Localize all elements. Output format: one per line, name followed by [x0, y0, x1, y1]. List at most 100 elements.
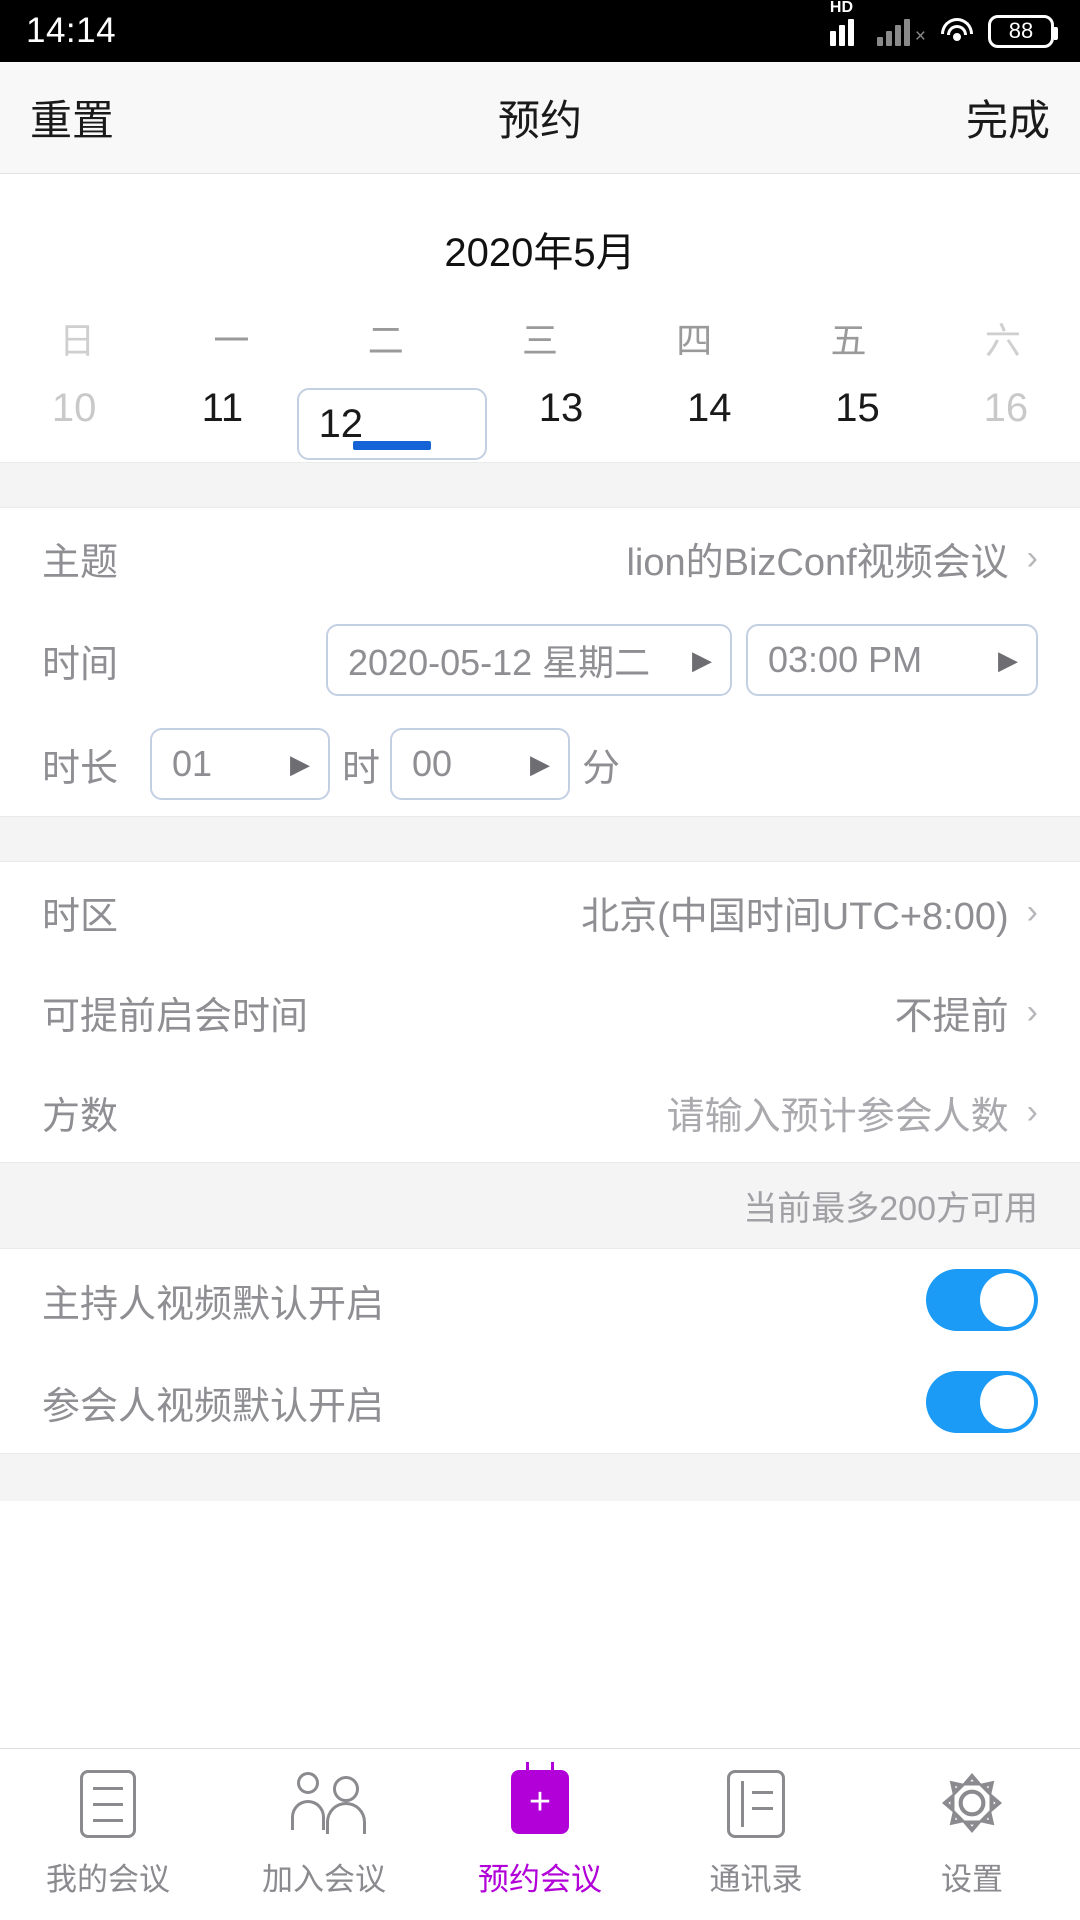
- party-count-placeholder: 请输入预计参会人数: [666, 1095, 1009, 1138]
- tab-settings[interactable]: 设置: [864, 1749, 1080, 1920]
- chevron-right-icon: ›: [1026, 539, 1038, 577]
- calendar-day-number: 13: [538, 386, 584, 430]
- calendar-weekday-row: 日 一 二 三 四 五 六: [0, 312, 1080, 388]
- timezone-value: 北京(中国时间UTC+8:00): [581, 895, 1009, 938]
- status-icons: HD × 88: [829, 0, 1058, 48]
- section-divider: [0, 462, 1080, 508]
- tab-join-meeting[interactable]: 加入会议: [216, 1749, 432, 1920]
- duration-label: 时长: [42, 747, 119, 790]
- attendee-video-label: 参会人视频默认开启: [42, 1385, 385, 1428]
- host-video-label: 主持人视频默认开启: [42, 1283, 385, 1326]
- app-screen: 14:14 HD × 88 重置 预约 完成 2020年5月 日 一 二 三 四…: [0, 0, 1080, 1920]
- meeting-basic-group: 主题 lion的BizConf视频会议 › 时间 2020-05-12 星期二 …: [0, 508, 1080, 816]
- calendar-plus-icon: +: [507, 1762, 573, 1840]
- people-icon: [291, 1770, 366, 1840]
- duration-minutes-unit: 分: [582, 747, 621, 790]
- calendar-day-number: 15: [835, 386, 880, 430]
- tab-label: 预约会议: [478, 1862, 602, 1897]
- early-start-value: 不提前: [894, 995, 1009, 1038]
- host-video-row[interactable]: 主持人视频默认开启: [0, 1249, 1080, 1351]
- content-filler: [0, 1501, 1080, 1748]
- weekday-tue: 二: [367, 320, 404, 361]
- nav-bar: 重置 预约 完成: [0, 62, 1080, 174]
- time-row: 时间 2020-05-12 星期二 ▶ 03:00 PM ▶: [0, 608, 1080, 712]
- party-count-label: 方数: [42, 1095, 119, 1138]
- weekday-sun: 日: [59, 320, 96, 361]
- date-select-value: 2020-05-12 星期二: [348, 642, 651, 683]
- meeting-options-group: 时区 北京(中国时间UTC+8:00) › 可提前启会时间 不提前 › 方数 请…: [0, 862, 1080, 1162]
- duration-hours-value: 01: [172, 743, 213, 784]
- battery-icon: 88: [988, 14, 1058, 48]
- duration-hours-unit: 时: [342, 747, 381, 790]
- calendar-day[interactable]: 11: [148, 388, 296, 462]
- attendee-video-row[interactable]: 参会人视频默认开启: [0, 1351, 1080, 1453]
- duration-minutes-value: 00: [412, 743, 453, 784]
- battery-level: 88: [1008, 18, 1034, 43]
- signal-x-icon: ×: [914, 26, 926, 47]
- signal-dim-icon: ×: [876, 16, 926, 47]
- calendar-month-label: 2020年5月: [444, 231, 636, 275]
- tab-label: 设置: [941, 1862, 1003, 1897]
- page-title: 预约: [497, 97, 582, 144]
- triangle-right-icon: ▶: [692, 645, 712, 675]
- triangle-right-icon: ▶: [530, 749, 551, 779]
- weekday-sat: 六: [984, 320, 1021, 361]
- reset-button[interactable]: 重置: [30, 87, 114, 148]
- date-select[interactable]: 2020-05-12 星期二 ▶: [326, 624, 732, 696]
- duration-minutes-select[interactable]: 00 ▶: [390, 728, 571, 800]
- topic-label: 主题: [42, 541, 119, 584]
- clock-select[interactable]: 03:00 PM ▶: [746, 624, 1038, 696]
- status-time: 14:14: [26, 11, 117, 50]
- gear-icon: [939, 1770, 1005, 1840]
- wifi-icon: [940, 18, 974, 44]
- calendar-day-selected[interactable]: 12: [296, 388, 487, 460]
- calendar-day[interactable]: 10: [0, 388, 148, 462]
- contacts-book-icon: [723, 1770, 789, 1840]
- triangle-right-icon: ▶: [998, 645, 1018, 675]
- tab-label: 加入会议: [262, 1862, 386, 1897]
- document-icon: [75, 1770, 141, 1840]
- attendee-video-toggle[interactable]: [926, 1371, 1038, 1433]
- calendar-day[interactable]: 14: [635, 388, 783, 462]
- topic-value: lion的BizConf视频会议: [626, 541, 1009, 584]
- duration-row: 时长 01 ▶ 时 00 ▶ 分: [0, 712, 1080, 816]
- tab-my-meetings[interactable]: 我的会议: [0, 1749, 216, 1920]
- early-start-row[interactable]: 可提前启会时间 不提前 ›: [0, 962, 1080, 1062]
- chevron-right-icon: ›: [1026, 993, 1038, 1031]
- time-label: 时间: [42, 643, 119, 686]
- bottom-filler: [0, 1453, 1080, 1501]
- video-defaults-group: 主持人视频默认开启 参会人视频默认开启: [0, 1249, 1080, 1453]
- chevron-right-icon: ›: [1026, 893, 1038, 931]
- tab-label: 我的会议: [46, 1862, 170, 1897]
- party-count-row[interactable]: 方数 请输入预计参会人数 ›: [0, 1062, 1080, 1162]
- host-video-toggle[interactable]: [926, 1269, 1038, 1331]
- calendar-strip: 2020年5月 日 一 二 三 四 五 六 10 11 12 13 14 15 …: [0, 174, 1080, 462]
- weekday-thu: 四: [676, 320, 713, 361]
- chevron-right-icon: ›: [1026, 1093, 1038, 1131]
- bottom-tab-bar: 我的会议 加入会议 + 预约会议 通讯录 设置: [0, 1748, 1080, 1920]
- triangle-right-icon: ▶: [290, 749, 311, 779]
- topic-row[interactable]: 主题 lion的BizConf视频会议 ›: [0, 508, 1080, 608]
- calendar-day[interactable]: 15: [783, 388, 931, 462]
- status-bar: 14:14 HD × 88: [0, 0, 1080, 62]
- timezone-row[interactable]: 时区 北京(中国时间UTC+8:00) ›: [0, 862, 1080, 962]
- calendar-day[interactable]: 16: [932, 388, 1080, 462]
- early-start-label: 可提前启会时间: [42, 995, 309, 1038]
- hd-label: HD: [829, 0, 853, 16]
- tab-contacts[interactable]: 通讯录: [648, 1749, 864, 1920]
- weekday-mon: 一: [213, 320, 250, 361]
- signal-icon: HD: [829, 0, 863, 46]
- duration-hours-select[interactable]: 01 ▶: [150, 728, 331, 800]
- capacity-hint: 当前最多200方可用: [0, 1162, 1080, 1249]
- tab-schedule-meeting[interactable]: + 预约会议: [432, 1749, 648, 1920]
- section-divider: [0, 816, 1080, 862]
- clock-select-value: 03:00 PM: [768, 639, 923, 680]
- calendar-day-number: 16: [983, 386, 1029, 430]
- tab-label: 通讯录: [709, 1862, 803, 1897]
- done-button[interactable]: 完成: [966, 87, 1050, 148]
- calendar-day[interactable]: 13: [487, 388, 635, 462]
- calendar-day-number: 10: [51, 386, 97, 430]
- calendar-day-number: 14: [687, 386, 732, 430]
- calendar-day-row: 10 11 12 13 14 15 16: [0, 388, 1080, 462]
- weekday-fri: 五: [830, 320, 867, 361]
